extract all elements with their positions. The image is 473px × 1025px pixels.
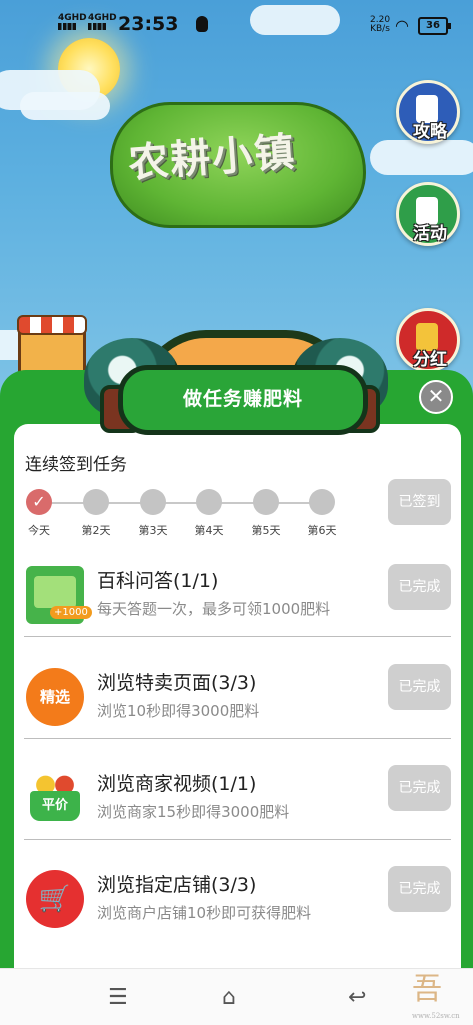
reward-badge: +1000 [50,606,92,619]
task-item: 平价 浏览商家视频(1/1) 浏览商家15秒即得3000肥料 已完成 [24,765,451,863]
divider [24,738,451,739]
battery-icon: 36 [418,17,451,35]
book-icon: +1000 [26,566,92,624]
day-label: 第2天 [81,524,111,537]
cloud-icon [20,92,110,120]
shopping-cart-icon: 🛒 [26,870,84,928]
task-title: 浏览特卖页面(3/3) [97,672,257,694]
watermark-logo: 吾 www.52sw.cn [412,964,470,1022]
dividend-label: 分红 [413,350,447,370]
status-time: 23:53 [118,13,179,35]
day-label: 今天 [28,524,50,537]
back-icon[interactable]: ↩ [348,985,366,1010]
check-icon: ✓ [26,489,52,515]
checkin-day: 第6天 [307,488,337,538]
cart-glyph: 🛒 [38,884,72,914]
task-item: 🛒 浏览指定店铺(3/3) 浏览商户店铺10秒即可获得肥料 已完成 [24,866,451,964]
task-title: 浏览商家视频(1/1) [97,773,257,795]
activity-button[interactable]: 活动 [396,182,460,246]
speed-unit: KB/s [370,24,390,34]
home-icon[interactable]: ⌂ [222,985,236,1010]
cloud-icon [370,140,473,175]
checkin-day: 第3天 [138,488,168,538]
network-speed: 2.20 KB/s [370,16,390,34]
task-title: 浏览指定店铺(3/3) [97,874,257,896]
modal-title-banner: 做任务赚肥料 [118,365,368,435]
system-nav-bar: ☰ ⌂ ↩ [0,968,473,1025]
day-dot [253,489,279,515]
day-label: 第6天 [307,524,337,537]
network-label: 4GHD [88,13,117,23]
task-item: +1000 百科问答(1/1) 每天答题一次，最多可领1000肥料 已完成 [24,562,451,660]
task-title: 百科问答(1/1) [97,570,219,592]
day-label: 第5天 [251,524,281,537]
checkin-day: ✓ 今天 [24,488,54,538]
day-dot [140,489,166,515]
modal-title: 做任务赚肥料 [182,388,303,410]
activity-label: 活动 [413,224,447,244]
signal-bars-icon [88,23,106,30]
checkin-day: 第4天 [194,488,224,538]
task-done-button[interactable]: 已完成 [388,866,451,912]
qq-notification-icon [196,16,208,32]
signal-1: 4GHD [58,14,87,30]
task-item: 精选 浏览特卖页面(3/3) 浏览10秒即得3000肥料 已完成 [24,664,451,762]
watermark-glyph: 吾 [412,972,442,1007]
checkin-progress: ✓ 今天 第2天 第3天 第4天 第5天 第6天 [24,488,354,538]
dividend-button[interactable]: 分红 [396,308,460,372]
network-label: 4GHD [58,13,87,23]
basket-label: 平价 [30,791,80,821]
checkin-day: 第5天 [251,488,281,538]
signal-2: 4GHD [88,14,117,30]
wifi-icon: ◠ [395,16,409,35]
fruit-basket-icon: 平价 [26,769,84,827]
checkin-title: 连续签到任务 [25,455,127,475]
logo-text: 农耕小镇 [126,129,298,187]
task-done-button[interactable]: 已完成 [388,664,451,710]
close-button[interactable]: ✕ [419,380,453,414]
day-dot [83,489,109,515]
day-dot [309,489,335,515]
task-desc: 浏览商户店铺10秒即可获得肥料 [97,904,312,922]
task-desc: 每天答题一次，最多可领1000肥料 [97,600,331,618]
checkin-day: 第2天 [81,488,111,538]
task-desc: 浏览10秒即得3000肥料 [97,702,260,720]
watermark-site: www.52sw.cn [412,1012,460,1020]
signed-in-button[interactable]: 已签到 [388,479,451,525]
signal-bars-icon [58,23,76,30]
task-done-button[interactable]: 已完成 [388,765,451,811]
divider [24,839,451,840]
day-dot [196,489,222,515]
task-done-button[interactable]: 已完成 [388,564,451,610]
task-desc: 浏览商家15秒即得3000肥料 [97,803,290,821]
guide-label: 攻略 [413,122,447,142]
guide-button[interactable]: 攻略 [396,80,460,144]
day-label: 第3天 [138,524,168,537]
day-label: 第4天 [194,524,224,537]
status-bar: 4GHD 4GHD 23:53 2.20 KB/s ◠ 36 [0,0,473,50]
select-icon: 精选 [26,668,84,726]
menu-icon[interactable]: ☰ [108,985,128,1010]
game-logo: 农耕小镇 [110,90,366,230]
divider [24,636,451,637]
